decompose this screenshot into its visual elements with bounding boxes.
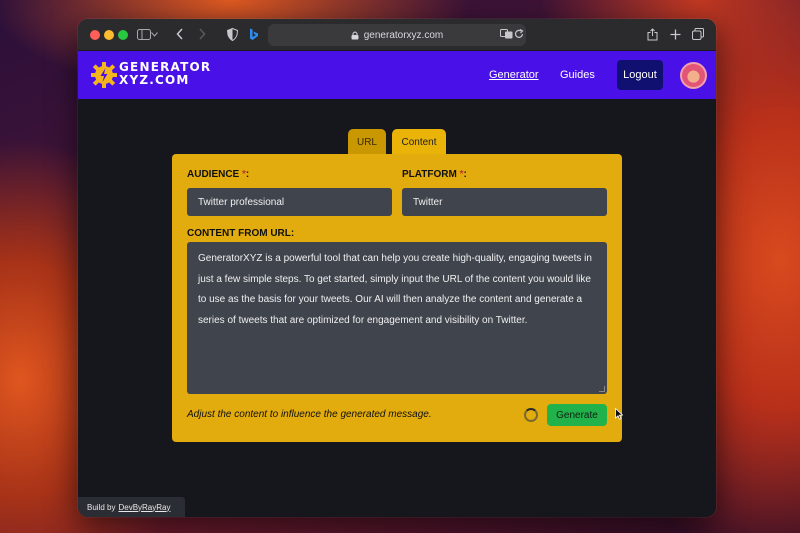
share-icon[interactable] [644, 26, 660, 42]
resize-handle-icon[interactable] [599, 386, 605, 392]
logo-text[interactable]: GENERATOR XYZ.COM [119, 61, 211, 87]
nav-link-guides[interactable]: Guides [560, 69, 595, 81]
content-textarea[interactable]: GeneratorXYZ is a powerful tool that can… [187, 242, 607, 394]
reload-icon[interactable] [511, 26, 527, 42]
close-window-button[interactable] [90, 30, 100, 40]
loading-spinner-icon [524, 408, 538, 422]
tab-url[interactable]: URL [348, 129, 386, 155]
label-suffix: : [245, 169, 250, 180]
address-bar[interactable]: generatorxyz.com [268, 24, 526, 46]
chevron-down-icon[interactable] [150, 26, 158, 42]
footer-prefix: Build by [87, 502, 116, 512]
audience-label: AUDIENCE *: [187, 169, 249, 180]
content-label: CONTENT FROM URL: [187, 228, 295, 239]
site-header: GENERATOR XYZ.COM Generator Guides Logou… [78, 51, 716, 99]
logout-button[interactable]: Logout [617, 60, 663, 90]
avatar[interactable] [680, 62, 707, 89]
tab-overview-icon[interactable] [690, 26, 706, 42]
back-icon[interactable] [172, 26, 188, 42]
platform-label-text: PLATFORM [402, 169, 457, 180]
browser-window: generatorxyz.com GENERATOR XYZ.COM Gener… [78, 19, 716, 517]
tab-content[interactable]: Content [392, 129, 446, 155]
audience-label-text: AUDIENCE [187, 169, 240, 180]
address-bar-url: generatorxyz.com [363, 29, 444, 41]
footer-credit: Build by DevByRayRay [78, 497, 185, 517]
lock-icon [351, 31, 359, 40]
content-hint: Adjust the content to influence the gene… [187, 409, 432, 420]
browser-titlebar: generatorxyz.com [78, 19, 716, 51]
generate-button[interactable]: Generate [547, 404, 607, 426]
audience-input[interactable]: Twitter professional [187, 188, 392, 216]
label-suffix: : [463, 169, 467, 180]
bing-icon[interactable] [246, 26, 262, 42]
nav-link-generator[interactable]: Generator [489, 69, 539, 81]
platform-label: PLATFORM *: [402, 169, 467, 180]
logo-gear-icon[interactable] [91, 62, 117, 88]
maximize-window-button[interactable] [118, 30, 128, 40]
mouse-cursor-icon [615, 408, 623, 420]
footer-author-link[interactable]: DevByRayRay [118, 503, 170, 512]
forward-icon[interactable] [194, 26, 210, 42]
logo-line-2: XYZ.COM [119, 73, 190, 87]
platform-input[interactable]: Twitter [402, 188, 607, 216]
shield-icon[interactable] [224, 26, 240, 42]
generator-form: AUDIENCE *: PLATFORM *: Twitter professi… [172, 154, 622, 442]
minimize-window-button[interactable] [104, 30, 114, 40]
new-tab-icon[interactable] [667, 26, 683, 42]
content-textarea-text: GeneratorXYZ is a powerful tool that can… [198, 253, 592, 326]
